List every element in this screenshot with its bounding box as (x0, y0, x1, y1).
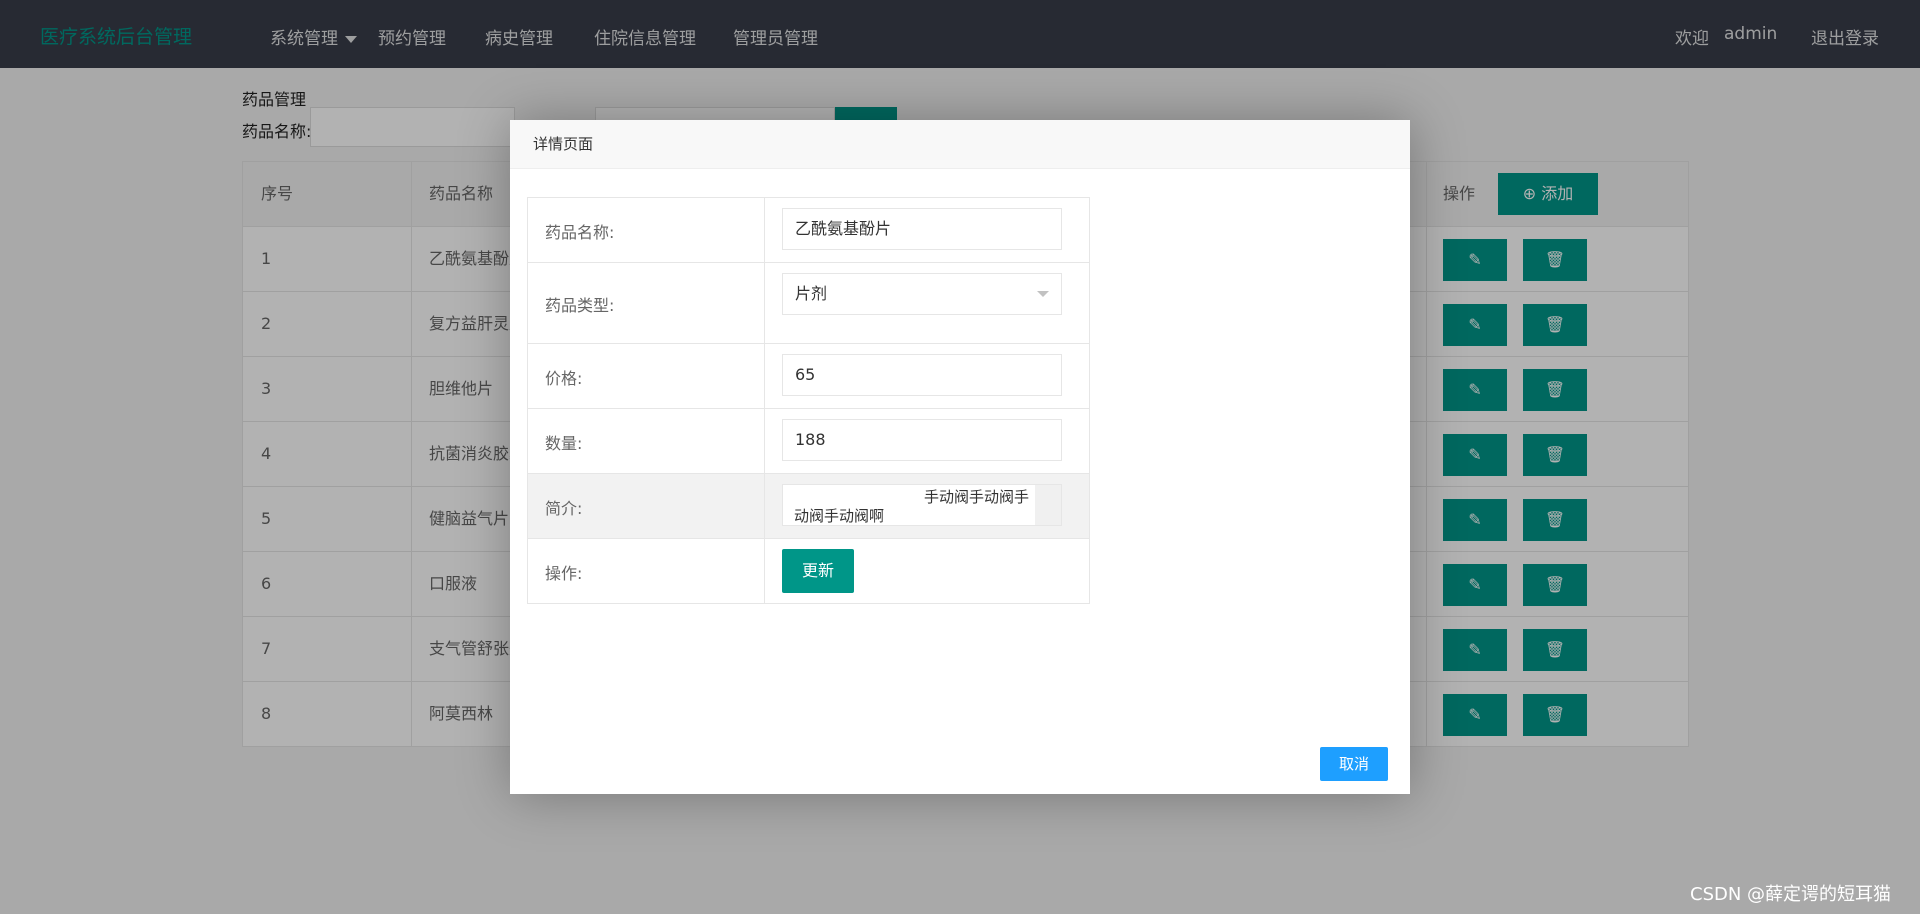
intro-label: 简介: (545, 499, 583, 518)
ops-label: 操作: (545, 564, 583, 583)
form-row-intro: 简介: 手动阀手动阀手 动阀手动阀啊 (528, 474, 1089, 539)
drug-type-value: 片剂 (795, 284, 828, 303)
intro-textarea[interactable]: 手动阀手动阀手 动阀手动阀啊 (782, 484, 1062, 526)
quantity-label: 数量: (545, 434, 583, 453)
drug-type-select[interactable]: 片剂 (782, 273, 1062, 315)
watermark: CSDN @薛定谔的短耳猫 (1690, 884, 1892, 905)
form-row-price: 价格: 65 (528, 344, 1089, 409)
drug-name-input[interactable]: 乙酰氨基酚片 (782, 208, 1062, 250)
name-label: 药品名称: (545, 223, 615, 242)
price-input[interactable]: 65 (782, 354, 1062, 396)
form-row-type: 药品类型: 片剂 (528, 263, 1089, 344)
intro-text-line1: 手动阀手动阀手 (923, 488, 1029, 506)
detail-modal: 详情页面 药品名称: 乙酰氨基酚片 药品类型: 片剂 价格: 65 数量: 18… (510, 120, 1410, 794)
update-button[interactable]: 更新 (782, 549, 854, 593)
chevron-down-icon (1037, 291, 1049, 297)
intro-text-line2: 动阀手动阀啊 (794, 507, 885, 525)
form-row-ops: 操作: 更新 (528, 539, 1089, 603)
detail-form: 药品名称: 乙酰氨基酚片 药品类型: 片剂 价格: 65 数量: 188 简介: (527, 197, 1090, 604)
modal-title: 详情页面 (510, 120, 1410, 169)
form-row-quantity: 数量: 188 (528, 409, 1089, 474)
quantity-input[interactable]: 188 (782, 419, 1062, 461)
form-row-name: 药品名称: 乙酰氨基酚片 (528, 198, 1089, 263)
cancel-button[interactable]: 取消 (1320, 747, 1388, 781)
type-label: 药品类型: (545, 296, 615, 315)
price-label: 价格: (545, 369, 583, 388)
textarea-scrollbar[interactable] (1035, 485, 1061, 525)
